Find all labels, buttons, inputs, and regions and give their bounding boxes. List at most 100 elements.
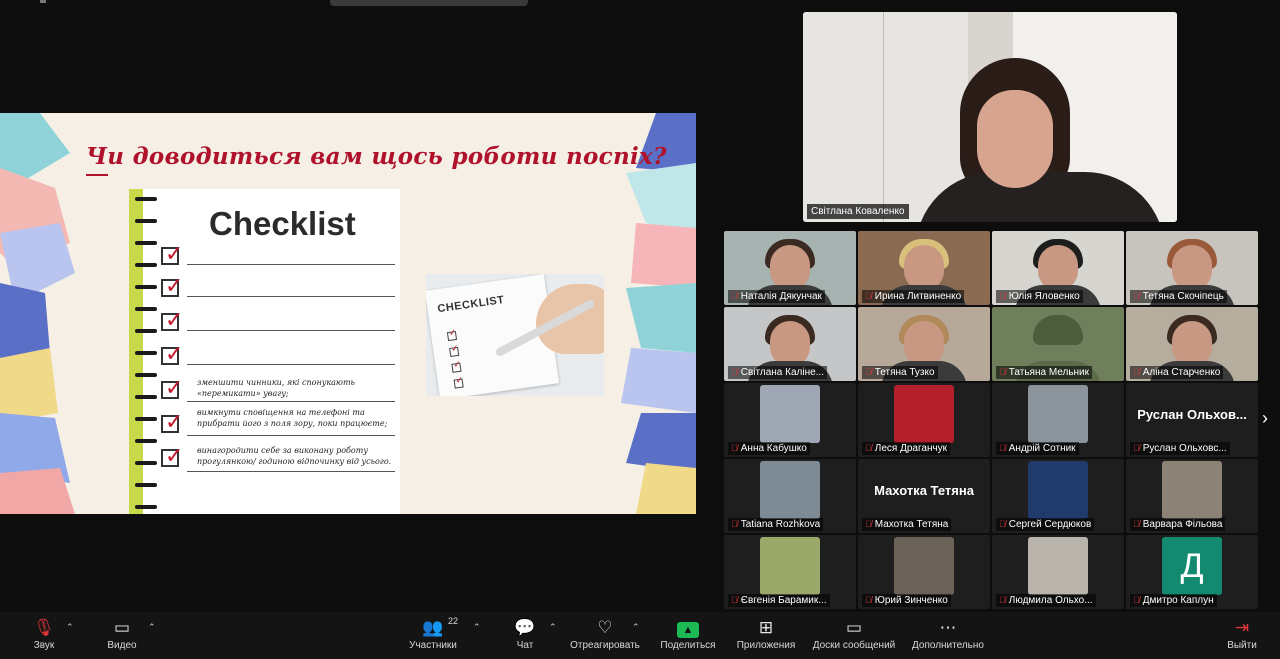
participant-name: 🎙̸ Наталія Дякунчак <box>728 290 825 303</box>
active-speaker-video[interactable]: Світлана Коваленко <box>803 12 1177 222</box>
spiral-ring <box>135 505 157 509</box>
video-button[interactable]: ▭ Видео <box>102 616 142 651</box>
audio-button[interactable]: 🎙 Звук <box>26 616 62 651</box>
participant-tile[interactable]: 🎙̸ Світлана Каліне... <box>724 307 856 381</box>
participant-tile[interactable]: 🎙̸ Анна Кабушко <box>724 383 856 457</box>
participant-gallery: 🎙̸ Наталія Дякунчак 🎙̸ Ирина Литвиненко 🎙̸… <box>724 231 1258 609</box>
participant-name-text: Людмила Ольхо... <box>1008 595 1093 606</box>
participant-avatar <box>1028 537 1088 595</box>
participant-tile[interactable]: 🎙̸ Ирина Литвиненко <box>858 231 990 305</box>
chat-options-caret-icon[interactable]: ⌃ <box>549 622 557 633</box>
participant-name-text: Руслан Ольховс... <box>1142 443 1227 454</box>
mic-muted-icon: 🎙̸ <box>1133 291 1140 301</box>
participant-name-text: Анна Кабушко <box>740 443 807 454</box>
more-dots-icon: ⋯ <box>939 618 957 637</box>
participant-avatar <box>760 537 820 595</box>
share-screen-icon: ▲ <box>658 616 718 640</box>
check-mark-icon: ✓ <box>165 409 184 434</box>
participant-tile[interactable]: Махотка Тетяна 🎙̸ Махотка Тетяна <box>858 459 990 533</box>
participant-tile[interactable]: 🎙̸ Євгенія Барамик... <box>724 535 856 609</box>
heart-icon: ♡ <box>597 618 613 637</box>
checklist-notepad: Checklist ✓ ✓ ✓ ✓ ✓ зменшити чинники, як… <box>129 189 400 514</box>
chat-button[interactable]: 💬 Чат <box>510 616 540 651</box>
participant-tile[interactable]: 🎙̸ Аліна Старченко <box>1126 307 1258 381</box>
participant-name-text: Ирина Литвиненко <box>874 291 962 302</box>
leave-button[interactable]: ⇥ Выйти <box>1224 616 1260 651</box>
audio-label: Звук <box>33 640 55 651</box>
whiteboards-button[interactable]: ▭ Доски сообщений <box>808 616 900 651</box>
mini-check-icon: ✓ <box>448 326 458 338</box>
participant-tile[interactable]: Д 🎙̸ Дмитро Каплун <box>1126 535 1258 609</box>
title-underline <box>86 174 108 176</box>
participant-tile[interactable]: 🎙̸ Андрій Сотник <box>992 383 1124 457</box>
chat-icon: 💬 <box>514 618 536 637</box>
speaker-name-tag: Світлана Коваленко <box>807 204 909 219</box>
spiral-ring <box>135 417 157 421</box>
participant-name: 🎙̸ Татьяна Мельник <box>996 366 1093 379</box>
camera-icon: ▭ <box>113 618 131 637</box>
checklist-line <box>187 330 395 331</box>
spiral-ring <box>135 307 157 311</box>
checklist-item-3: винагородити себе за виконану роботу про… <box>197 446 392 466</box>
photo-checklist-word: CHECKLIST <box>436 293 506 316</box>
check-mark-icon: ✓ <box>165 273 184 298</box>
participant-name: 🎙̸ Руслан Ольховс... <box>1130 442 1230 455</box>
mini-check-icon: ✓ <box>455 374 464 386</box>
video-options-caret-icon[interactable]: ⌃ <box>148 622 156 633</box>
participant-name: 🎙̸ Світлана Каліне... <box>728 366 827 379</box>
participant-name: 🎙̸ Тетяна Тузко <box>862 366 938 379</box>
share-label: Поделиться <box>660 640 716 651</box>
audio-options-caret-icon[interactable]: ⌃ <box>66 622 74 633</box>
participant-tile[interactable]: 🎙̸ Тетяна Скочіпець <box>1126 231 1258 305</box>
participant-tile[interactable]: 🎙̸ Татьяна Мельник <box>992 307 1124 381</box>
checklist-item-1: зменшити чинники, які спонукають «переми… <box>197 378 355 398</box>
participant-tile[interactable]: 🎙̸ Наталія Дякунчак <box>724 231 856 305</box>
participant-name-text: Євгенія Барамик... <box>740 595 827 606</box>
participant-name-text: Татьяна Мельник <box>1008 367 1090 378</box>
participant-tile[interactable]: 🎙̸ Людмила Ольхо... <box>992 535 1124 609</box>
participant-tile[interactable]: 🎙̸ Юлія Яловенко <box>992 231 1124 305</box>
apps-icon: ⊞ <box>758 618 774 637</box>
spiral-ring <box>135 285 157 289</box>
slide-decor-right <box>621 113 696 514</box>
participant-name-text: Андрій Сотник <box>1008 443 1076 454</box>
more-button[interactable]: ⋯ Дополнительно <box>908 616 988 651</box>
participant-avatar <box>1028 461 1088 519</box>
participant-avatar <box>760 461 820 519</box>
participant-tile[interactable]: 🎙̸ Варвара Фільова <box>1126 459 1258 533</box>
participant-display-name: Махотка Тетяна <box>874 483 974 498</box>
participants-label: Участники <box>409 640 457 651</box>
participant-tile[interactable]: 🎙̸ Тетяна Тузко <box>858 307 990 381</box>
participant-tile[interactable]: 🎙̸ Tatiana Rozhkova <box>724 459 856 533</box>
share-screen-button[interactable]: ▲ Поделиться <box>658 616 718 651</box>
participant-tile[interactable]: 🎙̸ Юрий Зинченко <box>858 535 990 609</box>
apps-button[interactable]: ⊞ Приложения <box>734 616 798 651</box>
participant-name-text: Світлана Каліне... <box>740 367 824 378</box>
checklist-line <box>187 401 395 402</box>
participant-tile[interactable]: Руслан Ольхов... 🎙̸ Руслан Ольховс... <box>1126 383 1258 457</box>
mic-muted-icon: 🎙 <box>33 618 55 637</box>
shared-screen-slide: Чи доводиться вам щось роботи поспіх? Ch… <box>0 113 696 514</box>
participant-name: 🎙̸ Леся Драганчук <box>862 442 951 455</box>
mic-muted-icon: 🎙̸ <box>865 367 872 377</box>
mic-muted-icon: 🎙̸ <box>999 367 1006 377</box>
mic-muted-icon: 🎙̸ <box>999 443 1006 453</box>
react-options-caret-icon[interactable]: ⌃ <box>632 622 640 633</box>
more-label: Дополнительно <box>912 640 984 651</box>
participant-name: 🎙̸ Андрій Сотник <box>996 442 1079 455</box>
checklist-heading: Checklist <box>209 205 356 242</box>
react-button[interactable]: ♡ Отреагировать <box>568 616 642 651</box>
participants-options-caret-icon[interactable]: ⌃ <box>473 622 481 633</box>
participant-name: 🎙̸ Аліна Старченко <box>1130 366 1224 379</box>
mic-muted-icon: 🎙̸ <box>731 519 738 529</box>
mic-muted-icon: 🎙̸ <box>999 291 1006 301</box>
top-bar-handle[interactable] <box>330 0 528 6</box>
check-mark-icon: ✓ <box>165 307 184 332</box>
participant-hair <box>1033 315 1083 345</box>
gallery-next-page-arrow[interactable]: › <box>1262 408 1268 429</box>
participant-tile[interactable]: 🎙̸ Сергей Сердюков <box>992 459 1124 533</box>
spiral-ring <box>135 373 157 377</box>
whiteboards-label: Доски сообщений <box>812 640 896 651</box>
participant-tile[interactable]: 🎙̸ Леся Драганчук <box>858 383 990 457</box>
spiral-ring <box>135 197 157 201</box>
